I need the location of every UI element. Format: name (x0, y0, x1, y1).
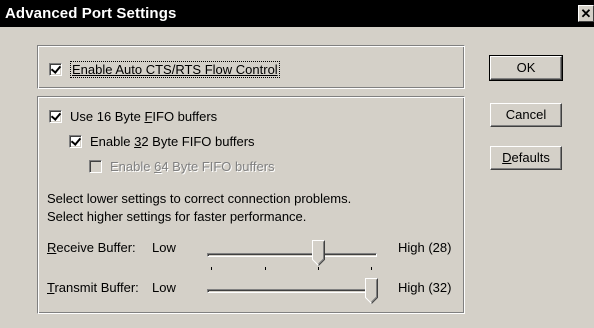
flow-control-checkbox[interactable] (49, 63, 62, 76)
enable-32-byte-fifo-label: Enable 32 Byte FIFO buffers (90, 134, 255, 149)
enable-64-byte-fifo-option: Enable 64 Byte FIFO buffers (89, 159, 275, 174)
use-16-byte-fifo-label: Use 16 Byte FIFO buffers (70, 109, 218, 124)
receive-tick-3 (318, 267, 319, 270)
receive-low-label: Low (152, 240, 176, 255)
transmit-buffer-track[interactable] (207, 289, 377, 293)
receive-buffer-label: Receive Buffer: (47, 240, 136, 255)
transmit-low-label: Low (152, 280, 176, 295)
hint-line-1: Select lower settings to correct connect… (47, 191, 352, 206)
enable-64-byte-fifo-label: Enable 64 Byte FIFO buffers (110, 159, 275, 174)
receive-tick-2 (265, 267, 266, 270)
flow-control-option[interactable]: Enable Auto CTS/RTS Flow Control (49, 61, 280, 78)
cancel-button[interactable]: Cancel (490, 103, 562, 127)
receive-high-label: High (28) (398, 240, 452, 255)
advanced-port-settings-dialog: Advanced Port Settings ✕ Enable Auto CTS… (0, 0, 594, 328)
enable-64-byte-fifo-checkbox (89, 160, 102, 173)
close-icon[interactable]: ✕ (578, 5, 594, 22)
use-16-byte-fifo-checkbox[interactable] (49, 110, 62, 123)
ok-button[interactable]: OK (489, 55, 563, 81)
receive-buffer-thumb[interactable] (312, 240, 326, 266)
transmit-high-label: High (32) (398, 280, 452, 295)
receive-tick-1 (211, 267, 212, 270)
enable-32-byte-fifo-checkbox[interactable] (69, 135, 82, 148)
defaults-button[interactable]: Defaults (490, 146, 562, 170)
flow-control-label-text: Enable Auto CTS/RTS Flow Control (72, 62, 278, 77)
receive-tick-4 (371, 267, 372, 270)
transmit-buffer-label: Transmit Buffer: (47, 280, 139, 295)
transmit-buffer-thumb[interactable] (365, 278, 379, 304)
enable-32-byte-fifo-option[interactable]: Enable 32 Byte FIFO buffers (69, 134, 255, 149)
use-16-byte-fifo-option[interactable]: Use 16 Byte FIFO buffers (49, 109, 217, 124)
hint-line-2: Select higher settings for faster perfor… (47, 209, 307, 224)
flow-control-label: Enable Auto CTS/RTS Flow Control (70, 61, 280, 78)
title-bar: Advanced Port Settings ✕ (0, 0, 594, 27)
receive-buffer-track[interactable] (207, 253, 377, 257)
dialog-title: Advanced Port Settings (5, 5, 177, 22)
